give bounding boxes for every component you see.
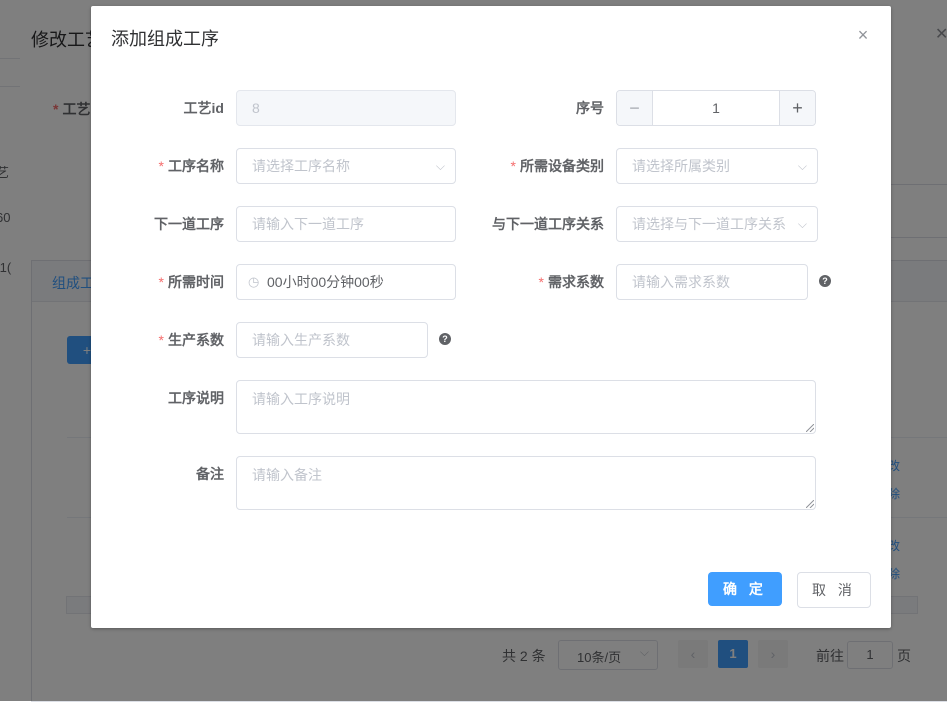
confirm-button[interactable]: 确 定 [708,572,782,606]
cancel-button[interactable]: 取 消 [797,572,871,608]
time-needed-label: * 所需时间 [158,274,224,290]
remark-label: 备注 [196,466,224,482]
production-factor-input[interactable]: 请输入生产系数 [236,322,428,358]
seq-label: 序号 [576,100,604,116]
dialog-title: 添加组成工序 [111,29,219,49]
process-id-label: 工艺id [183,100,224,116]
next-step-label: 下一道工序 [154,216,224,232]
demand-factor-input[interactable]: 请输入需求系数 [616,264,808,300]
next-relation-label: 与下一道工序关系 [492,216,604,232]
step-name-select[interactable]: 请选择工序名称 ⌵ [236,148,456,184]
seq-value[interactable]: 1 [653,91,779,125]
clock-icon: ◷ [248,274,260,289]
next-relation-select[interactable]: 请选择与下一道工序关系 ⌵ [616,206,818,242]
remark-textarea[interactable]: 请输入备注 [236,456,816,510]
description-label: 工序说明 [168,390,224,406]
seq-stepper[interactable]: − 1 + [616,90,816,126]
close-icon[interactable]: × [854,25,872,45]
decrement-button[interactable]: − [617,91,653,125]
chevron-down-icon: ⌵ [797,159,807,173]
production-factor-label: * 生产系数 [158,332,224,348]
step-name-label: * 工序名称 [158,158,224,174]
resize-grip-icon[interactable] [806,500,814,508]
equipment-label: * 所需设备类别 [510,158,604,174]
demand-factor-label: * 需求系数 [538,274,604,290]
process-id-field: 8 [236,90,456,126]
resize-grip-icon[interactable] [806,424,814,432]
chevron-down-icon: ⌵ [797,217,807,231]
next-step-input[interactable]: 请输入下一道工序 [236,206,456,242]
help-icon[interactable]: ? [819,275,831,287]
add-step-dialog: 添加组成工序 × 工艺id 8 序号 − 1 + * 工序名称 请选择工序名称 ⌵… [91,6,891,628]
equipment-select[interactable]: 请选择所属类别 ⌵ [616,148,818,184]
increment-button[interactable]: + [779,91,815,125]
help-icon[interactable]: ? [439,333,451,345]
chevron-down-icon: ⌵ [435,159,445,173]
description-textarea[interactable]: 请输入工序说明 [236,380,816,434]
time-picker[interactable]: ◷ 00小时00分钟00秒 [236,264,456,300]
